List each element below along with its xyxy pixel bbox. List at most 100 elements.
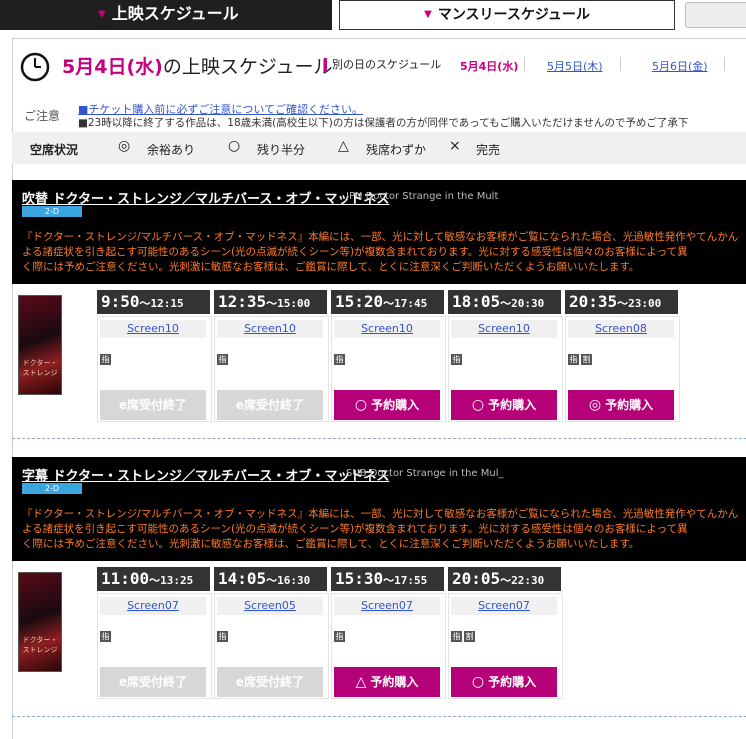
showtime: 18:05〜20:30 [448,290,561,314]
tab-daily-label: 上映スケジュール [111,4,239,23]
tab-daily-schedule[interactable]: ▼ 上映スケジュール [0,0,332,30]
start-time: 14:05 [218,569,267,588]
showtime: 9:50〜12:15 [97,290,210,314]
showtime-slot: 12:35〜15:00 Screen10 指 e席受付終了 [214,290,329,422]
tag-list: 指割 [451,624,477,643]
current-date: 5月4日(水) [62,56,163,78]
double-circle-icon: ◎ [118,138,131,154]
button-label: 予約購入 [605,398,654,412]
showtime-body: Screen07 指割 ○ 予約購入 [448,593,563,699]
tab-extra[interactable] [685,2,746,28]
screen-link[interactable]: Screen10 [100,320,206,338]
warning-line: く際には予めご注意ください。光刺激に敏感なお客様は、ご鑑賞に際して、とくに注意深… [22,538,640,550]
status-label-available: 余裕あり [147,143,196,157]
reserved-seat-tag-icon: 指 [334,631,345,642]
film-poster[interactable]: ドクター・ストレンジ [18,295,62,395]
warning-line: 『ドクター・ストレンジ/マルチバース・オブ・マッドネス』本編には、一部、光に対し… [22,508,739,520]
tab-monthly-label: マンスリースケジュール [437,7,590,23]
button-label: 予約購入 [488,675,537,689]
discount-tag-icon: 割 [581,354,592,365]
end-time: 〜22:30 [500,574,545,587]
showtime-body: Screen08 指割 ◎ 予約購入 [565,316,680,422]
reserve-purchase-button[interactable]: ◎ 予約購入 [568,390,674,420]
screen-link[interactable]: Screen05 [217,597,323,615]
start-time: 12:35 [218,292,267,311]
tag-list: 指 [217,347,230,366]
film-title[interactable]: 吹替 ドクター・ストレンジ／マルチバース・オブ・マッドネス [22,188,389,207]
start-time: 20:35 [569,292,618,311]
reserved-seat-tag-icon: 指 [568,354,579,365]
screen-link[interactable]: Screen10 [451,320,557,338]
showtime-slot: 15:30〜17:55 Screen07 指 △ 予約購入 [331,567,446,699]
film-subtitle: SUB Doctor Strange in the Mul_ [346,468,504,479]
showtime: 11:00〜13:25 [97,567,210,591]
end-time: 〜17:45 [383,297,428,310]
screen-link[interactable]: Screen07 [334,597,440,615]
circle-icon: ○ [354,397,368,413]
end-time: 〜17:55 [383,574,428,587]
showtime-slot: 15:20〜17:45 Screen10 指 ○ 予約購入 [331,290,446,422]
start-time: 11:00 [101,569,150,588]
poster-title: ドクター・ストレンジ [22,636,58,654]
triangle-icon: △ [355,674,367,690]
showtime: 15:20〜17:45 [331,290,444,314]
reserved-seat-tag-icon: 指 [334,354,345,365]
seat-status-legend: 空席状況 ◎ 余裕あり ○ 残り半分 △ 残席わずか × 完売 [12,132,746,164]
reserved-seat-tag-icon: 指 [217,354,228,365]
day-link-current[interactable]: 5月4日(水) [460,58,518,74]
warning-line: よる諸症状を引き起こす可能性のあるシーン(光の点滅が続くシーン等)が複数含まれて… [22,523,688,535]
end-time: 〜23:00 [617,297,662,310]
tab-monthly-schedule[interactable]: ▼ マンスリースケジュール [339,0,675,30]
status-label-soldout: 完売 [476,143,501,157]
button-label: 予約購入 [371,398,420,412]
tag-list: 指 [334,624,347,643]
divider [12,716,746,717]
film-subtitle: JPN Doctor Strange in the Mult [346,191,499,202]
reserved-seat-tag-icon: 指 [451,354,462,365]
reserve-purchase-button[interactable]: ○ 予約購入 [451,667,557,697]
showtime-body: Screen10 指 ○ 予約購入 [448,316,563,422]
status-label-few: 残席わずか [366,143,427,157]
end-time: 〜20:30 [500,297,545,310]
showtime: 20:35〜23:00 [565,290,678,314]
poster-title: ドクター・ストレンジ [22,359,58,377]
booking-closed-button: e席受付終了 [100,667,206,697]
status-label-half: 残り半分 [257,143,306,157]
divider [724,57,725,71]
film-poster[interactable]: ドクター・ストレンジ [18,572,62,672]
button-label: e席受付終了 [118,675,188,689]
day-link-after[interactable]: 5月6日(金) [652,58,708,74]
reserved-seat-tag-icon: 指 [217,631,228,642]
screen-link[interactable]: Screen07 [451,597,557,615]
film-title[interactable]: 字幕 ドクター・ストレンジ／マルチバース・オブ・マッドネス [22,465,389,484]
day-link-next[interactable]: 5月5日(木) [547,58,603,74]
screen-link[interactable]: Screen10 [217,320,323,338]
film-header: 字幕 ドクター・ストレンジ／マルチバース・オブ・マッドネス SUB Doctor… [12,457,746,561]
showtime: 20:05〜22:30 [448,567,561,591]
reserve-purchase-button[interactable]: △ 予約購入 [334,667,440,697]
photosensitivity-warning: 『ドクター・ストレンジ/マルチバース・オブ・マッドネス』本編には、一部、光に対し… [22,507,746,552]
screen-link[interactable]: Screen07 [100,597,206,615]
format-badge: 2-D [22,206,82,217]
showtime: 14:05〜16:30 [214,567,327,591]
caret-down-icon: ▼ [424,9,432,20]
reserve-purchase-button[interactable]: ○ 予約購入 [334,390,440,420]
showtime-slot: 11:00〜13:25 Screen07 指 e席受付終了 [97,567,212,699]
booking-closed-button: e席受付終了 [217,667,323,697]
divider [12,438,746,439]
button-label: 予約購入 [488,398,537,412]
start-time: 15:20 [335,292,384,311]
tag-list: 指 [334,347,347,366]
showtime-body: Screen10 指 e席受付終了 [97,316,212,422]
showtime: 12:35〜15:00 [214,290,327,314]
end-time: 〜15:00 [266,297,311,310]
format-badge: 2-D [22,483,82,494]
screen-link[interactable]: Screen10 [334,320,440,338]
showtime-body: Screen10 指 ○ 予約購入 [331,316,446,422]
button-label: 予約購入 [370,675,419,689]
divider [524,57,525,71]
reserve-purchase-button[interactable]: ○ 予約購入 [451,390,557,420]
screen-link[interactable]: Screen08 [568,320,674,338]
showtime-body: Screen07 指 △ 予約購入 [331,593,446,699]
caret-down-icon: ▼ [98,8,106,20]
